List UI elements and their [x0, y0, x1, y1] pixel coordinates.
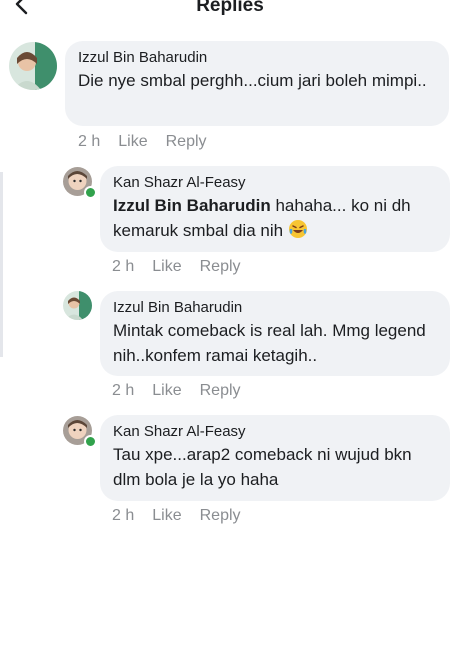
- online-status-dot: [84, 186, 97, 199]
- divider: [0, 172, 3, 357]
- comment-meta: 2 h Like Reply: [112, 507, 259, 525]
- comment-time: 2 h: [112, 382, 135, 399]
- mention-link[interactable]: Izzul Bin Baharudin: [113, 196, 271, 215]
- comment-author[interactable]: Izzul Bin Baharudin: [113, 298, 438, 318]
- comment-author[interactable]: Izzul Bin Baharudin: [78, 48, 437, 68]
- comment-bubble: Kan Shazr Al-Feasy Tau xpe...arap2 comeb…: [100, 415, 450, 501]
- avatar[interactable]: [9, 42, 57, 90]
- comment-author[interactable]: Kan Shazr Al-Feasy: [113, 422, 438, 442]
- like-button[interactable]: Like: [152, 382, 181, 399]
- reply-button[interactable]: Reply: [200, 258, 241, 275]
- comment-text: Tau xpe...arap2 comeback ni wujud bkn dl…: [113, 445, 412, 489]
- comment-meta: 2 h Like Reply: [112, 382, 259, 400]
- header: Replies: [0, 0, 460, 22]
- comment-bubble: Kan Shazr Al-Feasy Izzul Bin Baharudin h…: [100, 166, 450, 252]
- comment-text: Izzul Bin Baharudin hahaha... ko ni dh k…: [113, 193, 433, 243]
- comment-bubble: Izzul Bin Baharudin Mintak comeback is r…: [100, 291, 450, 376]
- comment-time: 2 h: [112, 258, 135, 275]
- comment-meta: 2 h Like Reply: [112, 258, 259, 276]
- like-button[interactable]: Like: [152, 258, 181, 275]
- comment-author[interactable]: Kan Shazr Al-Feasy: [113, 173, 438, 193]
- comment-bubble: Izzul Bin Baharudin Die nye smbal perghh…: [65, 41, 449, 126]
- avatar[interactable]: [63, 291, 92, 320]
- page-title: Replies: [196, 0, 264, 16]
- like-button[interactable]: Like: [152, 507, 181, 524]
- comment-time: 2 h: [112, 507, 135, 524]
- like-button[interactable]: Like: [118, 133, 147, 150]
- comment-time: 2 h: [78, 133, 101, 150]
- online-status-dot: [84, 435, 97, 448]
- reply-button[interactable]: Reply: [200, 382, 241, 399]
- comment-text: Mintak comeback is real lah. Mmg legend …: [113, 321, 426, 365]
- comment-meta: 2 h Like Reply: [78, 133, 225, 151]
- laughing-tears-emoji: [288, 220, 307, 238]
- reply-button[interactable]: Reply: [166, 133, 207, 150]
- comment-text: Die nye smbal perghh...cium jari boleh m…: [78, 71, 427, 90]
- reply-button[interactable]: Reply: [200, 507, 241, 524]
